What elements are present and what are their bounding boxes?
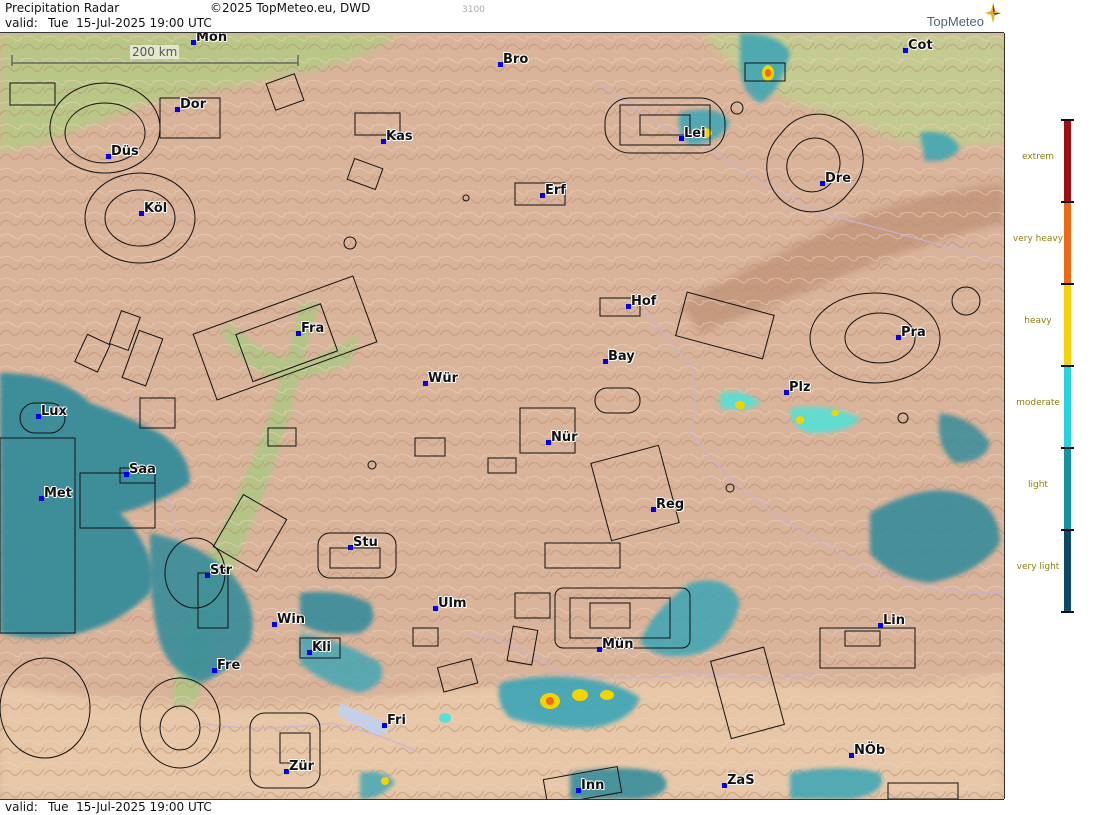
map-title: Precipitation Radar xyxy=(5,1,120,15)
header-bar: Precipitation Radar ©2025 TopMeteo.eu, D… xyxy=(0,0,1004,33)
city-label: Kas xyxy=(386,129,413,144)
legend-tick xyxy=(1061,283,1074,285)
radar-map[interactable]: 200 km Mon Bro Cot Dor Lei Kas Düs Dre Erf Köl Hof… xyxy=(0,33,1005,799)
city-label: Köl xyxy=(144,201,168,216)
city-label: Fra xyxy=(301,321,325,336)
city-label: Fre xyxy=(217,658,241,673)
city-label: Hof xyxy=(631,294,657,309)
city-label: Cot xyxy=(908,38,933,53)
legend-tick xyxy=(1061,529,1074,531)
precipitation-legend: extrem very heavy heavy moderate light very l… xyxy=(1005,0,1095,814)
valid-time: Tue 15-Jul-2025 19:00 UTC xyxy=(48,16,212,30)
footer-valid-time: Tue 15-Jul-2025 19:00 UTC xyxy=(48,800,212,814)
city-label: Fri xyxy=(387,713,406,728)
city-label: Ulm xyxy=(438,596,467,611)
city-label: NÖb xyxy=(854,743,886,758)
city-label: Bro xyxy=(503,52,529,67)
scale-label: 200 km xyxy=(130,45,180,59)
legend-tick xyxy=(1061,365,1074,367)
legend-label: very light xyxy=(1016,562,1060,572)
city-label: Met xyxy=(44,486,72,501)
legend-tick xyxy=(1061,119,1074,121)
city-label: Mon xyxy=(196,33,228,45)
city-label: Lux xyxy=(41,404,67,419)
city-label: Bay xyxy=(608,349,635,364)
legend-tick xyxy=(1061,447,1074,449)
city-label: Dre xyxy=(825,171,852,186)
city-label: ZaS xyxy=(727,773,755,788)
brand-logo-text: TopMeteo xyxy=(926,14,984,29)
copyright-text: ©2025 TopMeteo.eu, DWD xyxy=(210,1,371,15)
city-label: Pra xyxy=(901,325,926,340)
valid-label: valid: xyxy=(5,16,38,30)
city-label: Nür xyxy=(551,430,578,445)
map-canvas xyxy=(0,33,1004,799)
legend-tick xyxy=(1061,611,1074,613)
city-label: Lin xyxy=(883,613,905,628)
city-label: Dor xyxy=(180,97,207,112)
compass-logo-icon xyxy=(985,3,1001,23)
footer-valid-label: valid: xyxy=(5,800,38,814)
legend-label: moderate xyxy=(1016,398,1060,408)
city-label: Stu xyxy=(353,535,378,550)
city-label: Zür xyxy=(289,759,315,774)
city-label: Mün xyxy=(602,637,634,652)
city-label: Erf xyxy=(545,183,566,198)
city-label: Wür xyxy=(428,371,459,386)
city-label: Inn xyxy=(581,778,605,793)
legend-tick xyxy=(1061,201,1074,203)
city-label: Düs xyxy=(111,144,139,159)
city-label: Win xyxy=(277,612,306,627)
legend-label: light xyxy=(1028,480,1048,490)
city-label: Str xyxy=(210,563,232,578)
city-label: Lei xyxy=(684,126,706,141)
map-code: 3100 xyxy=(462,5,485,15)
city-label: Saa xyxy=(129,462,156,477)
footer-bar: valid: Tue 15-Jul-2025 19:00 UTC xyxy=(0,799,1004,815)
city-label: Reg xyxy=(656,497,685,512)
city-label: Kli xyxy=(312,640,331,655)
city-label: Plz xyxy=(789,380,811,395)
legend-label: very heavy xyxy=(1012,234,1064,244)
legend-label: heavy xyxy=(1024,316,1052,326)
legend-label: extrem xyxy=(1021,152,1055,162)
